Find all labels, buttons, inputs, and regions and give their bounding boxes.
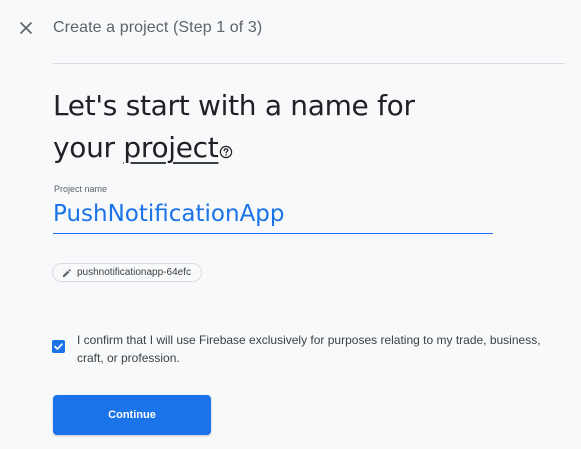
confirm-row: I confirm that I will use Firebase exclu… (52, 331, 567, 367)
page-title: Create a project (Step 1 of 3) (53, 19, 263, 36)
project-id-chip[interactable]: pushnotificationapp-64efc (52, 263, 202, 282)
heading-line-2: your project (53, 127, 415, 171)
project-name-input[interactable] (53, 198, 493, 234)
close-icon (20, 22, 32, 34)
project-name-label: Project name (54, 184, 108, 194)
continue-button[interactable]: Continue (53, 395, 211, 435)
header-divider (53, 63, 565, 64)
confirm-checkbox[interactable] (52, 340, 65, 353)
heading-emphasis: project (123, 131, 219, 164)
pencil-icon (63, 268, 71, 277)
project-id-text: pushnotificationapp-64efc (77, 267, 191, 278)
heading-line-2-prefix: your (53, 131, 124, 164)
heading: Let's start with a name for your project (53, 85, 415, 171)
checkmark-icon (54, 343, 63, 350)
help-circle-icon[interactable] (219, 129, 233, 171)
close-button[interactable] (14, 16, 38, 40)
confirm-text: I confirm that I will use Firebase exclu… (77, 333, 541, 365)
heading-line-1: Let's start with a name for (53, 89, 415, 122)
